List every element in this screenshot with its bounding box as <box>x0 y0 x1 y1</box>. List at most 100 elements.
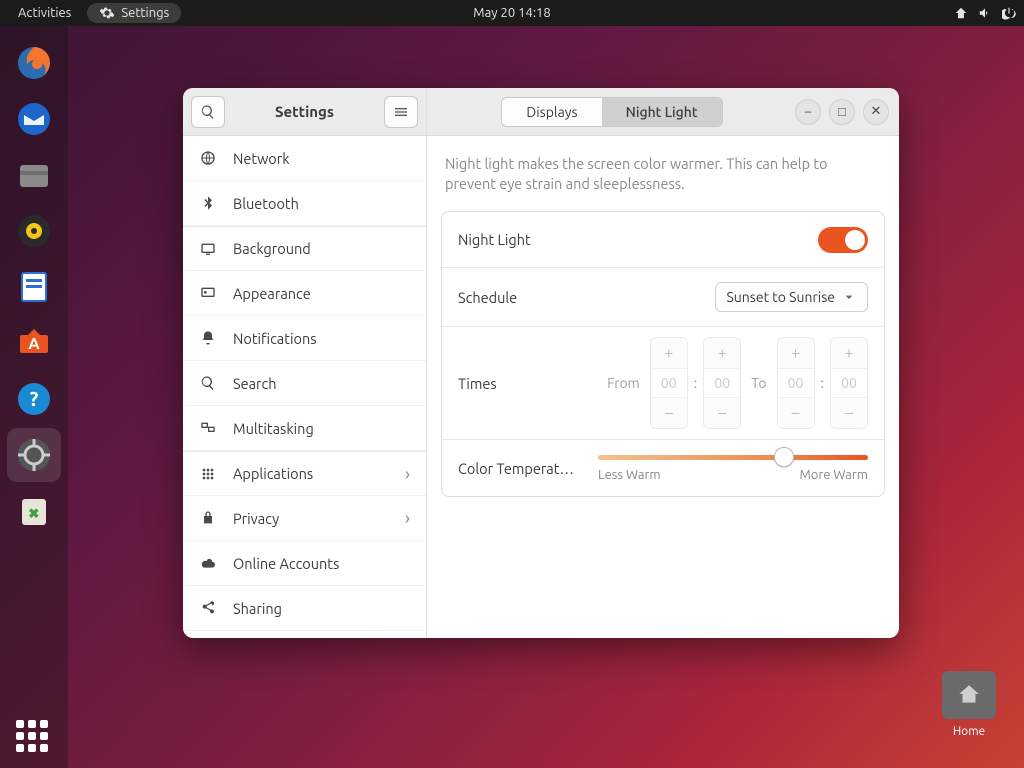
sidebar-item-sharing[interactable]: Sharing <box>183 586 426 631</box>
sidebar-item-search[interactable]: Search <box>183 361 426 406</box>
from-hour-value: 00 <box>651 368 687 398</box>
sidebar-item-label: Appearance <box>233 285 311 302</box>
night-light-switch[interactable] <box>818 227 868 253</box>
tab-night-light[interactable]: Night Light <box>602 98 722 126</box>
slider-thumb[interactable] <box>774 447 794 467</box>
content-area: Displays Night Light – □ ✕ Night light m… <box>427 88 899 638</box>
sidebar-item-background[interactable]: Background <box>183 226 426 271</box>
from-minute-value: 00 <box>704 368 740 398</box>
network-icon <box>954 6 968 20</box>
activities-button[interactable]: Activities <box>8 6 81 20</box>
menu-icon <box>393 104 409 120</box>
minus-icon: – <box>778 398 814 428</box>
multitasking-icon <box>199 419 217 437</box>
window-close-button[interactable]: ✕ <box>863 99 889 125</box>
sidebar-item-label: Search <box>233 375 277 392</box>
more-warm-label: More Warm <box>799 468 868 482</box>
sidebar-item-label: Network <box>233 150 290 167</box>
tab-switcher: Displays Night Light <box>501 97 722 127</box>
app-menu[interactable]: Settings <box>87 3 181 23</box>
chevron-right-icon: › <box>405 464 410 484</box>
svg-text:?: ? <box>30 387 39 410</box>
row-times: Times From + 00 – : + 00 – <box>442 327 884 440</box>
from-hour-spinner: + 00 – <box>650 337 688 429</box>
search-icon <box>199 374 217 392</box>
volume-icon <box>978 6 992 20</box>
row-night-light-toggle: Night Light <box>442 212 884 268</box>
sidebar-item-label: Applications <box>233 465 313 482</box>
desktop-home-label: Home <box>942 725 996 738</box>
dock-help[interactable]: ? <box>7 372 61 426</box>
plus-icon: + <box>778 338 814 368</box>
search-button[interactable] <box>191 96 225 128</box>
privacy-icon <box>199 509 217 527</box>
schedule-value: Sunset to Sunrise <box>726 289 835 305</box>
bluetooth-icon <box>199 194 217 212</box>
row-schedule: Schedule Sunset to Sunrise <box>442 268 884 327</box>
color-temperature-label: Color Temperature <box>458 460 578 477</box>
background-icon <box>199 240 217 258</box>
network-icon <box>199 149 217 167</box>
dock-trash[interactable] <box>7 484 61 538</box>
sidebar-item-privacy[interactable]: Privacy › <box>183 496 426 541</box>
applications-icon <box>199 465 217 483</box>
to-label: To <box>751 375 766 391</box>
sidebar-item-label: Sharing <box>233 600 282 617</box>
svg-text:A: A <box>28 335 40 353</box>
sidebar-item-label: Background <box>233 240 311 257</box>
desktop-home-folder[interactable]: Home <box>942 671 996 738</box>
from-label: From <box>607 375 640 391</box>
sidebar-item-applications[interactable]: Applications › <box>183 451 426 496</box>
sidebar-item-network[interactable]: Network <box>183 136 426 181</box>
sidebar-item-online-accounts[interactable]: Online Accounts <box>183 541 426 586</box>
to-minute-value: 00 <box>831 368 867 398</box>
hamburger-button[interactable] <box>384 96 418 128</box>
settings-sidebar: Settings Network Bluetooth Background Appea… <box>183 88 427 638</box>
sidebar-list: Network Bluetooth Background Appearance Noti… <box>183 136 426 638</box>
from-minute-spinner: + 00 – <box>703 337 741 429</box>
dock-files[interactable] <box>7 148 61 202</box>
window-minimize-button[interactable]: – <box>795 99 821 125</box>
row-color-temperature: Color Temperature Less Warm More Warm <box>442 440 884 496</box>
to-minute-spinner: + 00 – <box>830 337 868 429</box>
online-accounts-icon <box>199 554 217 572</box>
sidebar-item-bluetooth[interactable]: Bluetooth <box>183 181 426 226</box>
settings-window: Settings Network Bluetooth Background Appea… <box>183 88 899 638</box>
sidebar-item-appearance[interactable]: Appearance <box>183 271 426 316</box>
schedule-dropdown[interactable]: Sunset to Sunrise <box>715 282 868 312</box>
gear-icon <box>99 5 115 21</box>
plus-icon: + <box>651 338 687 368</box>
clock[interactable]: May 20 14:18 <box>473 6 550 20</box>
color-temperature-slider[interactable] <box>598 455 868 460</box>
sidebar-item-label: Online Accounts <box>233 555 339 572</box>
window-maximize-button[interactable]: □ <box>829 99 855 125</box>
dock-settings[interactable] <box>7 428 61 482</box>
dock-rhythmbox[interactable] <box>7 204 61 258</box>
notifications-icon <box>199 329 217 347</box>
night-light-toggle-label: Night Light <box>458 231 531 248</box>
system-tray[interactable] <box>954 6 1016 20</box>
minus-icon: – <box>704 398 740 428</box>
dock-libreoffice[interactable] <box>7 260 61 314</box>
night-light-pane: Night light makes the screen color warme… <box>427 136 899 515</box>
top-panel: Activities Settings May 20 14:18 <box>0 0 1024 26</box>
dock-firefox[interactable] <box>7 36 61 90</box>
to-hour-value: 00 <box>778 368 814 398</box>
tab-displays[interactable]: Displays <box>502 98 601 126</box>
night-light-panel: Night Light Schedule Sunset to Sunrise T… <box>441 211 885 497</box>
dock-software[interactable]: A <box>7 316 61 370</box>
sidebar-title: Settings <box>233 103 376 120</box>
search-icon <box>200 104 216 120</box>
chevron-right-icon: › <box>405 508 410 528</box>
minus-icon: – <box>651 398 687 428</box>
night-light-description: Night light makes the screen color warme… <box>441 154 885 193</box>
dock-thunderbird[interactable] <box>7 92 61 146</box>
appearance-icon <box>199 284 217 302</box>
sidebar-item-multitasking[interactable]: Multitasking <box>183 406 426 451</box>
sidebar-item-notifications[interactable]: Notifications <box>183 316 426 361</box>
schedule-label: Schedule <box>458 289 517 306</box>
to-hour-spinner: + 00 – <box>777 337 815 429</box>
sidebar-item-label: Privacy <box>233 510 279 527</box>
show-applications-button[interactable] <box>16 720 52 756</box>
sharing-icon <box>199 599 217 617</box>
